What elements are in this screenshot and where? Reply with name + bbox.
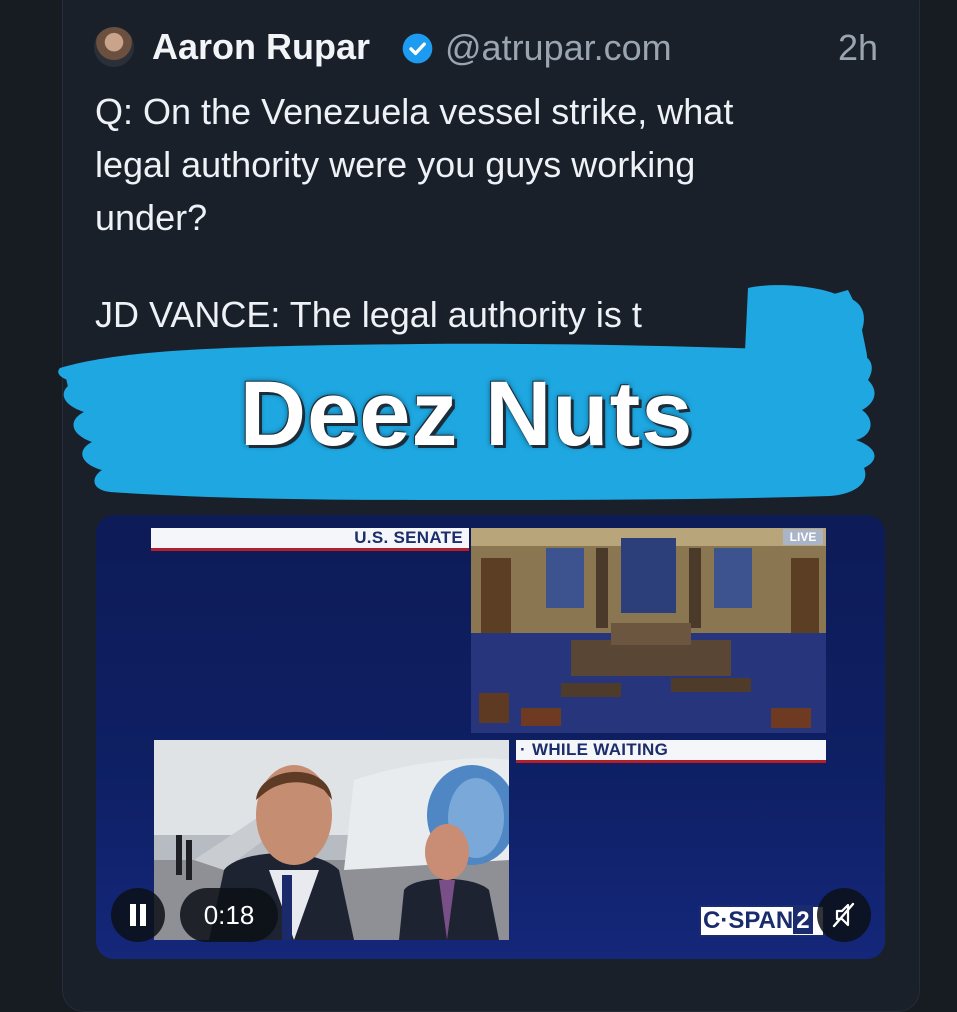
while-waiting-lower-third: · WHILE WAITING bbox=[516, 740, 826, 763]
cspan-logo-number: 2 bbox=[793, 907, 813, 934]
cspan-logo: C·SPAN 2 bbox=[699, 905, 825, 937]
pause-button[interactable] bbox=[111, 888, 165, 942]
cspan-logo-text: C·SPAN bbox=[703, 907, 794, 934]
speaker-muted-icon bbox=[832, 902, 855, 928]
meme-caption: Deez Nuts bbox=[239, 363, 694, 465]
live-tag: LIVE bbox=[783, 529, 823, 545]
unmute-button[interactable] bbox=[817, 888, 871, 942]
senate-lower-third: U.S. SENATE bbox=[151, 528, 469, 551]
video-timestamp: 0:18 bbox=[180, 888, 278, 942]
senate-label: U.S. SENATE bbox=[354, 528, 463, 547]
while-waiting-label: WHILE WAITING bbox=[532, 740, 669, 759]
pause-icon bbox=[130, 904, 146, 926]
senate-chamber-feed bbox=[471, 528, 826, 733]
